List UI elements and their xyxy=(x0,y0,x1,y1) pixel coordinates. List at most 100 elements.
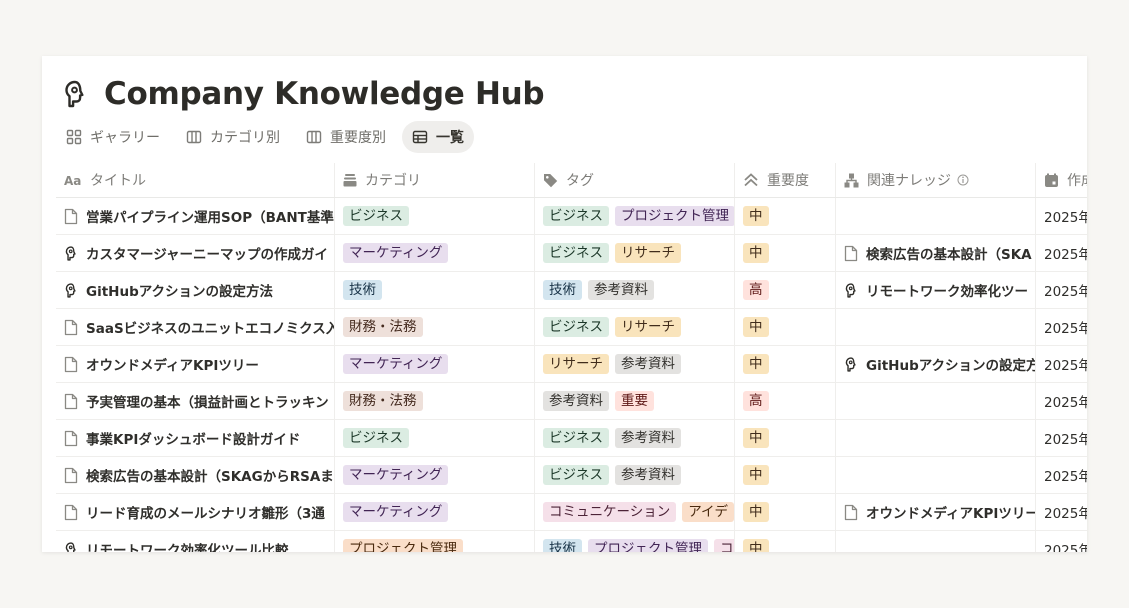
cell-importance[interactable]: 中 xyxy=(734,309,835,345)
cell-related[interactable] xyxy=(835,383,1035,419)
cell-category[interactable]: マーケティング xyxy=(334,235,534,271)
table-row[interactable]: オウンドメディアKPIツリー マーケティング リサーチ 参考資料中 GitHubアクショ… xyxy=(56,346,1087,383)
tag-pill[interactable]: 中 xyxy=(743,243,769,263)
tag-pill[interactable]: プロジェクト管理 xyxy=(343,539,463,552)
cell-related[interactable] xyxy=(835,457,1035,493)
row-title-text[interactable]: GitHubアクションの設定方法 xyxy=(86,280,273,300)
cell-related[interactable] xyxy=(835,531,1035,552)
tag-pill[interactable]: プロジェクト管理 xyxy=(615,206,734,226)
tag-pill[interactable]: ビジネス xyxy=(543,465,609,485)
cell-importance[interactable]: 高 xyxy=(734,383,835,419)
row-title-text[interactable]: 営業パイプライン運用SOP（BANT基準 xyxy=(86,206,334,226)
cell-title[interactable]: カスタマージャーニーマップの作成ガイ xyxy=(56,235,334,271)
cell-created[interactable]: 2025年 xyxy=(1035,383,1087,419)
cell-tags[interactable]: コミュニケーション アイデ xyxy=(534,494,734,530)
cell-created[interactable]: 2025年 xyxy=(1035,346,1087,382)
cell-importance[interactable]: 中 xyxy=(734,494,835,530)
cell-title[interactable]: オウンドメディアKPIツリー xyxy=(56,346,334,382)
cell-category[interactable]: マーケティング xyxy=(334,457,534,493)
cell-importance[interactable]: 高 xyxy=(734,272,835,308)
cell-created[interactable]: 2025年 xyxy=(1035,494,1087,530)
cell-title[interactable]: 予実管理の基本（損益計画とトラッキン xyxy=(56,383,334,419)
cell-created[interactable]: 2025年 xyxy=(1035,198,1087,234)
cell-created[interactable]: 2025年 xyxy=(1035,272,1087,308)
row-title-text[interactable]: カスタマージャーニーマップの作成ガイ xyxy=(86,243,328,263)
cell-importance[interactable]: 中 xyxy=(734,420,835,456)
cell-category[interactable]: プロジェクト管理 xyxy=(334,531,534,552)
tag-pill[interactable]: 中 xyxy=(743,428,769,448)
tag-pill[interactable]: コミュニケーション xyxy=(543,502,677,522)
cell-title[interactable]: SaaSビジネスのユニットエコノミクス入 xyxy=(56,309,334,345)
column-header-related[interactable]: 関連ナレッジ xyxy=(835,163,1035,197)
cell-related[interactable]: 検索広告の基本設計（SKA xyxy=(835,235,1035,271)
tag-pill[interactable]: リサーチ xyxy=(543,354,609,374)
row-title-text[interactable]: リモートワーク効率化ツール比較 xyxy=(86,539,289,552)
tab-list[interactable]: 一覧 xyxy=(402,121,474,153)
cell-importance[interactable]: 中 xyxy=(734,531,835,552)
tag-pill[interactable]: 中 xyxy=(743,206,769,226)
row-title-text[interactable]: SaaSビジネスのユニットエコノミクス入 xyxy=(86,317,334,337)
table-row[interactable]: 事業KPIダッシュボード設計ガイドビジネスビジネス参考資料中2025年 xyxy=(56,420,1087,457)
cell-importance[interactable]: 中 xyxy=(734,235,835,271)
cell-related[interactable] xyxy=(835,309,1035,345)
table-row[interactable]: SaaSビジネスのユニットエコノミクス入財務・法務ビジネスリサーチ中2025年 xyxy=(56,309,1087,346)
tag-pill[interactable]: 参考資料 xyxy=(615,354,681,374)
related-link[interactable]: 検索広告の基本設計（SKA xyxy=(844,243,1032,263)
tag-pill[interactable]: 財務・法務 xyxy=(343,317,423,337)
cell-title[interactable]: 事業KPIダッシュボード設計ガイド xyxy=(56,420,334,456)
cell-related[interactable]: GitHubアクションの設定方 xyxy=(835,346,1035,382)
related-link[interactable]: GitHubアクションの設定方 xyxy=(844,354,1035,374)
cell-title[interactable]: リード育成のメールシナリオ雛形（3通 xyxy=(56,494,334,530)
tag-pill[interactable]: ビジネス xyxy=(543,206,609,226)
cell-importance[interactable]: 中 xyxy=(734,346,835,382)
tag-pill[interactable]: 参考資料 xyxy=(615,465,681,485)
cell-tags[interactable]: リサーチ 参考資料 xyxy=(534,346,734,382)
cell-category[interactable]: マーケティング xyxy=(334,494,534,530)
cell-tags[interactable]: ビジネス 参考資料 xyxy=(534,457,734,493)
cell-title[interactable]: 営業パイプライン運用SOP（BANT基準 xyxy=(56,198,334,234)
tag-pill[interactable]: ビジネス xyxy=(543,317,609,337)
cell-tags[interactable]: 技術 プロジェクト管理コ xyxy=(534,531,734,552)
cell-created[interactable]: 2025年 xyxy=(1035,309,1087,345)
table-row[interactable]: リモートワーク効率化ツール比較 プロジェクト管理 技術プロジェクト管理コ中 2025年 xyxy=(56,531,1087,552)
tag-pill[interactable]: 参考資料 xyxy=(543,391,609,411)
row-title-text[interactable]: オウンドメディアKPIツリー xyxy=(86,354,259,374)
tag-pill[interactable]: マーケティング xyxy=(343,354,449,374)
tag-pill[interactable]: リサーチ xyxy=(615,243,681,263)
cell-created[interactable]: 2025年 xyxy=(1035,420,1087,456)
column-header-created[interactable]: 作成 xyxy=(1035,163,1087,197)
cell-related[interactable]: リモートワーク効率化ツー xyxy=(835,272,1035,308)
tag-pill[interactable]: 技術 xyxy=(543,539,582,552)
cell-tags[interactable]: ビジネス リサーチ xyxy=(534,235,734,271)
tag-pill[interactable]: マーケティング xyxy=(343,243,449,263)
tag-pill[interactable]: 中 xyxy=(743,354,769,374)
cell-related[interactable] xyxy=(835,420,1035,456)
table-row[interactable]: GitHubアクションの設定方法 技術 技術 参考資料高 リモートワーク効率化ツー 202… xyxy=(56,272,1087,309)
cell-created[interactable]: 2025年 xyxy=(1035,457,1087,493)
related-link[interactable]: オウンドメディアKPIツリー xyxy=(844,502,1035,522)
cell-title[interactable]: リモートワーク効率化ツール比較 xyxy=(56,531,334,552)
table-row[interactable]: カスタマージャーニーマップの作成ガイ マーケティング ビジネス リサーチ中検索広告の基… xyxy=(56,235,1087,272)
tag-pill[interactable]: 財務・法務 xyxy=(343,391,423,411)
cell-created[interactable]: 2025年 xyxy=(1035,531,1087,552)
tag-pill[interactable]: ビジネス xyxy=(543,243,609,263)
cell-importance[interactable]: 中 xyxy=(734,198,835,234)
tag-pill[interactable]: 中 xyxy=(743,502,769,522)
cell-tags[interactable]: ビジネス リサーチ xyxy=(534,309,734,345)
table-row[interactable]: リード育成のメールシナリオ雛形（3通 マーケティング コミュニケーション アイデ中 オウ… xyxy=(56,494,1087,531)
row-title-text[interactable]: 検索広告の基本設計（SKAGからRSAま xyxy=(86,465,334,485)
row-title-text[interactable]: 予実管理の基本（損益計画とトラッキン xyxy=(86,391,329,411)
cell-tags[interactable]: ビジネス プロジェクト管理 xyxy=(534,198,734,234)
table-row[interactable]: 営業パイプライン運用SOP（BANT基準 ビジネス ビジネス プロジェクト管理中 202… xyxy=(56,198,1087,235)
cell-category[interactable]: マーケティング xyxy=(334,346,534,382)
cell-created[interactable]: 2025年 xyxy=(1035,235,1087,271)
tag-pill[interactable]: ビジネス xyxy=(343,206,409,226)
tag-pill[interactable]: 高 xyxy=(743,280,769,300)
cell-category[interactable]: 技術 xyxy=(334,272,534,308)
tag-pill[interactable]: リサーチ xyxy=(615,317,681,337)
cell-related[interactable] xyxy=(835,198,1035,234)
tag-pill[interactable]: 技術 xyxy=(343,280,382,300)
cell-tags[interactable]: 技術 参考資料 xyxy=(534,272,734,308)
column-header-tags[interactable]: タグ xyxy=(534,163,734,197)
tag-pill[interactable]: 高 xyxy=(743,391,769,411)
